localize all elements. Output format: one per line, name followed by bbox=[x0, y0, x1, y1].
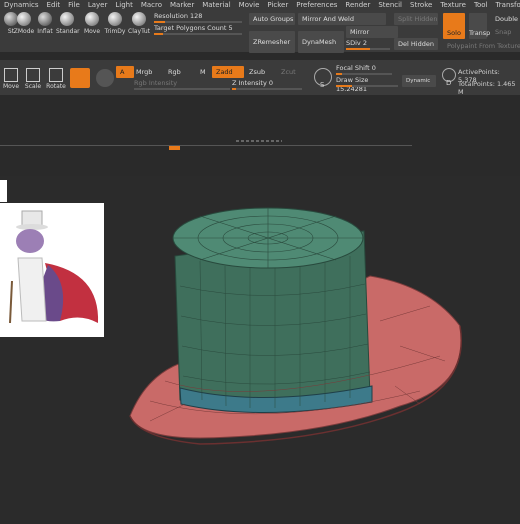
resolution-slider[interactable]: Resolution 128 bbox=[154, 12, 242, 23]
mirror-button[interactable]: Mirror bbox=[346, 26, 398, 38]
timeline-track bbox=[0, 145, 412, 146]
focal-shift-slider[interactable]: Focal Shift 0 bbox=[336, 64, 392, 75]
menu-item-preferences[interactable]: Preferences bbox=[292, 0, 341, 10]
scale-mode-icon bbox=[26, 68, 40, 82]
polypaint-from-texture-button[interactable]: Polypaint From Texture bbox=[443, 40, 520, 52]
tool-claytube[interactable]: ClayTut bbox=[128, 12, 150, 35]
d-icon[interactable]: D bbox=[442, 68, 456, 87]
reference-panel-edge bbox=[0, 180, 7, 202]
tool-move[interactable]: Move bbox=[81, 12, 103, 35]
mirror-and-weld-button[interactable]: Mirror And Weld bbox=[298, 13, 386, 25]
menu-item-material[interactable]: Material bbox=[198, 0, 234, 10]
claytube-icon bbox=[132, 12, 146, 26]
move-icon bbox=[85, 12, 99, 26]
rotate-mode-label: Rotate bbox=[46, 83, 66, 90]
trimdy-icon bbox=[108, 12, 122, 26]
move-mode-label: Move bbox=[2, 83, 20, 90]
menu-item-light[interactable]: Light bbox=[111, 0, 136, 10]
character-reference-icon bbox=[0, 203, 104, 337]
resolution-label: Resolution 128 bbox=[154, 12, 203, 20]
top-toolbar: St ZMode Inflat Standar Move TrimDy Clay… bbox=[0, 10, 520, 53]
mrgb-button[interactable]: Mrgb bbox=[132, 66, 164, 78]
z-intensity-fill bbox=[232, 88, 236, 90]
total-points: TotalPoints: 1.465 M bbox=[458, 80, 516, 96]
rgb-button[interactable]: Rgb bbox=[164, 66, 192, 78]
target-polygons-slider[interactable]: Target Polygons Count 5 bbox=[154, 24, 242, 35]
menu-item-picker[interactable]: Picker bbox=[263, 0, 292, 10]
menu-item-tool[interactable]: Tool bbox=[470, 0, 492, 10]
menu-item-file[interactable]: File bbox=[64, 0, 84, 10]
zsub-button[interactable]: Zsub bbox=[245, 66, 273, 78]
menu-item-transform[interactable]: Transform bbox=[492, 0, 520, 10]
rgb-intensity-label: Rgb Intensity bbox=[134, 79, 178, 87]
dynamic-button[interactable]: Dynamic bbox=[402, 75, 436, 87]
tool-inflat[interactable]: Inflat bbox=[34, 12, 56, 35]
z-intensity-slider[interactable]: Z Intensity 0 bbox=[232, 79, 302, 90]
tool-label: Inflat bbox=[37, 28, 53, 35]
brush-toolbar: Move Scale Rotate A Mrgb Rgb M Zadd Zsub… bbox=[0, 60, 520, 96]
menu-item-layer[interactable]: Layer bbox=[84, 0, 112, 10]
z-intensity-label: Z Intensity 0 bbox=[232, 79, 274, 87]
menu-item-texture[interactable]: Texture bbox=[436, 0, 470, 10]
tool-label: TrimDy bbox=[104, 28, 126, 35]
tool-zmode[interactable]: ZMode bbox=[13, 12, 35, 35]
menu-item-marker[interactable]: Marker bbox=[166, 0, 198, 10]
rgb-intensity-slider[interactable]: Rgb Intensity bbox=[134, 79, 230, 90]
tool-label: ClayTut bbox=[128, 28, 150, 35]
tool-trimdy[interactable]: TrimDy bbox=[104, 12, 126, 35]
menu-item-stencil[interactable]: Stencil bbox=[374, 0, 406, 10]
menu-item-movie[interactable]: Movie bbox=[235, 0, 264, 10]
menu-bar: Dynamics Edit File Layer Light Macro Marker Mat… bbox=[0, 0, 520, 10]
solo-label: Solo bbox=[447, 29, 461, 37]
tool-standard[interactable]: Standar bbox=[56, 12, 80, 35]
s-icon[interactable]: S bbox=[314, 68, 332, 89]
split-hidden-button[interactable]: Split Hidden bbox=[394, 13, 438, 25]
move-mode-icon bbox=[4, 68, 18, 82]
scale-mode-button[interactable]: Scale bbox=[22, 68, 44, 90]
del-hidden-button[interactable]: Del Hidden bbox=[394, 38, 438, 50]
transp-button[interactable]: Transp bbox=[469, 13, 491, 39]
double-button[interactable]: Double bbox=[491, 13, 520, 25]
sdiv-slider[interactable]: SDiv 2 bbox=[346, 39, 390, 50]
standard-icon bbox=[60, 12, 74, 26]
reference-image[interactable] bbox=[0, 203, 104, 337]
target-polygons-label: Target Polygons Count 5 bbox=[154, 24, 233, 32]
sculptris-icon[interactable] bbox=[96, 69, 114, 87]
menu-item-macro[interactable]: Macro bbox=[137, 0, 166, 10]
resolution-fill bbox=[154, 21, 165, 23]
auto-groups-button[interactable]: Auto Groups bbox=[249, 13, 295, 25]
transp-label: Transp bbox=[469, 29, 491, 37]
zcut-button[interactable]: Zcut bbox=[277, 66, 305, 78]
target-polygons-fill bbox=[154, 33, 163, 35]
dynamesh-button[interactable]: DynaMesh bbox=[298, 31, 344, 53]
gyro-icon[interactable] bbox=[70, 68, 90, 88]
zmode-icon bbox=[17, 12, 31, 26]
rotate-mode-icon bbox=[49, 68, 63, 82]
solo-button[interactable]: Solo bbox=[443, 13, 465, 39]
zadd-button[interactable]: Zadd bbox=[212, 66, 244, 78]
tool-label: Standar bbox=[56, 28, 80, 35]
focal-shift-label: Focal Shift 0 bbox=[336, 64, 376, 72]
scale-mode-label: Scale bbox=[24, 83, 42, 90]
menu-item-edit[interactable]: Edit bbox=[43, 0, 65, 10]
menu-item-dynamics[interactable]: Dynamics bbox=[0, 0, 43, 10]
tool-label: ZMode bbox=[13, 28, 35, 35]
zremesher-button[interactable]: ZRemesher bbox=[249, 31, 295, 53]
dock-handle[interactable] bbox=[236, 140, 282, 142]
menu-item-stroke[interactable]: Stroke bbox=[406, 0, 436, 10]
sdiv-fill bbox=[346, 48, 370, 50]
focal-shift-fill bbox=[336, 73, 342, 75]
draw-size-slider[interactable]: Draw Size 15.24281 bbox=[336, 76, 398, 93]
sdiv-label: SDiv 2 bbox=[346, 39, 367, 47]
menu-item-render[interactable]: Render bbox=[341, 0, 374, 10]
rotate-mode-button[interactable]: Rotate bbox=[45, 68, 67, 90]
inflat-icon bbox=[38, 12, 52, 26]
timeline-marker[interactable] bbox=[169, 146, 180, 150]
tool-label: Move bbox=[83, 28, 101, 35]
draw-size-fill bbox=[336, 85, 352, 87]
move-mode-button[interactable]: Move bbox=[0, 68, 22, 90]
snap-button[interactable]: Snap bbox=[491, 26, 520, 38]
